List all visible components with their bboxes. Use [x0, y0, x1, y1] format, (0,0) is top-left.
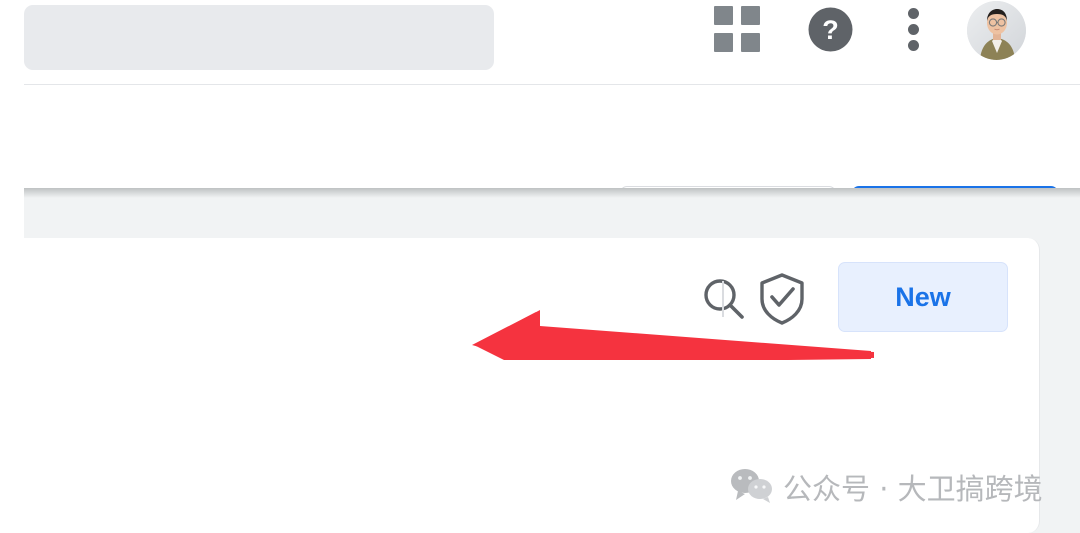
workspace-header: 1-NBLMQ5MW Workspace Changes: 3 Preview … [0, 85, 1080, 260]
new-button[interactable]: New [838, 262, 1008, 332]
more-vertical-icon[interactable] [902, 8, 926, 52]
top-utility-bar: ? [0, 0, 1080, 85]
search-icon[interactable] [695, 270, 753, 328]
header-shadow [24, 188, 1080, 198]
help-circle-icon[interactable]: ? [803, 2, 858, 57]
app-screen: ? New 公众号 · 大卫搞跨境 [0, 0, 1080, 533]
avatar[interactable] [967, 1, 1026, 60]
apps-grid-icon[interactable] [714, 6, 762, 54]
svg-text:?: ? [822, 15, 839, 45]
toolbar-divider [722, 281, 724, 317]
search-input[interactable] [24, 5, 494, 70]
shield-check-icon[interactable] [752, 268, 812, 328]
